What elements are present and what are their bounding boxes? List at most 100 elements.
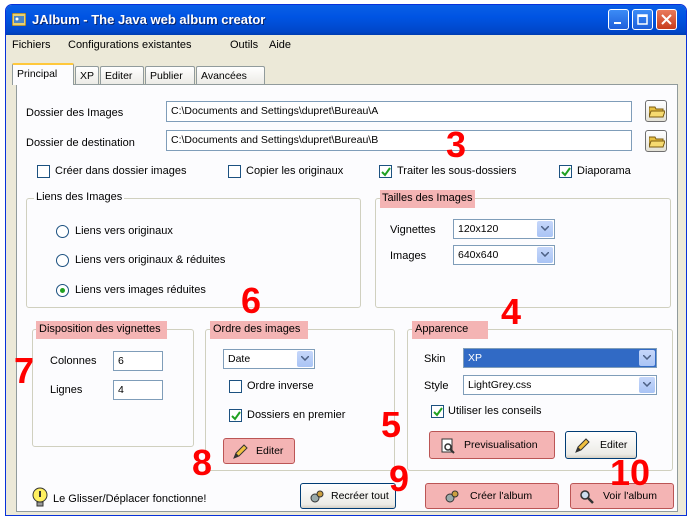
reverse-order-label: Ordre inverse bbox=[247, 380, 314, 392]
rows-label: Lignes bbox=[50, 384, 83, 396]
skin-value: XP bbox=[468, 352, 483, 364]
folders-first-label: Dossiers en premier bbox=[247, 409, 346, 421]
chevron-down-icon bbox=[297, 351, 313, 367]
close-icon bbox=[661, 14, 672, 25]
menu-bar: Fichiers Configurations existantes Outil… bbox=[6, 37, 686, 55]
menu-outils[interactable]: Outils bbox=[230, 39, 258, 51]
style-select[interactable]: LightGrey.css bbox=[463, 375, 657, 395]
skin-label: Skin bbox=[424, 353, 446, 365]
pencil-icon bbox=[233, 444, 248, 459]
create-in-images-checkbox[interactable] bbox=[37, 165, 50, 178]
main-panel: Dossier des Images C:\Documents and Sett… bbox=[16, 84, 678, 512]
style-value: LightGrey.css bbox=[468, 379, 532, 391]
tab-avancees[interactable]: Avancées bbox=[196, 66, 265, 84]
skin-select[interactable]: XP bbox=[463, 348, 657, 368]
check-icon bbox=[433, 407, 443, 417]
callout-8: 8 bbox=[192, 442, 213, 483]
chevron-down-icon bbox=[537, 247, 553, 263]
folder-icon bbox=[649, 106, 665, 118]
close-button[interactable] bbox=[656, 9, 677, 30]
hint-bulb-icon bbox=[32, 487, 48, 507]
rows-input[interactable]: 4 bbox=[113, 380, 163, 400]
browse-images-button[interactable] bbox=[645, 100, 667, 122]
slideshow-checkbox[interactable] bbox=[559, 165, 572, 178]
destination-folder-label: Dossier de destination bbox=[26, 137, 135, 149]
magnifier-icon bbox=[580, 490, 594, 504]
drag-drop-hint: Le Glisser/Déplacer fonctionne! bbox=[53, 493, 207, 505]
callout-5: 5 bbox=[381, 404, 402, 445]
preview-button[interactable]: Previsualisation bbox=[429, 431, 555, 459]
subfolders-label: Traiter les sous-dossiers bbox=[397, 165, 517, 177]
radio-links-originals-label: Liens vers originaux bbox=[75, 225, 173, 237]
destination-folder-input[interactable]: C:\Documents and Settings\dupret\Bureau\… bbox=[166, 130, 632, 151]
radio-links-originals-reduced-label: Liens vers originaux & réduites bbox=[75, 254, 226, 266]
folder-icon bbox=[649, 136, 665, 148]
browse-destination-button[interactable] bbox=[645, 130, 667, 152]
callout-6: 6 bbox=[241, 280, 262, 321]
callout-9: 9 bbox=[389, 458, 410, 499]
menu-fichiers[interactable]: Fichiers bbox=[12, 39, 51, 51]
minimize-icon bbox=[614, 22, 621, 24]
use-hints-checkbox[interactable] bbox=[431, 405, 444, 418]
thumbnails-size-select[interactable]: 120x120 bbox=[453, 219, 555, 239]
maximize-button[interactable] bbox=[632, 9, 653, 30]
copy-originals-label: Copier les originaux bbox=[246, 165, 344, 177]
thumbnails-size-value: 120x120 bbox=[458, 223, 499, 235]
callout-10: 10 bbox=[610, 452, 651, 493]
columns-input[interactable]: 6 bbox=[113, 351, 163, 371]
rebuild-all-button[interactable]: Recréer tout bbox=[300, 483, 396, 509]
order-edit-button[interactable]: Editer bbox=[223, 438, 295, 464]
check-icon bbox=[231, 411, 241, 421]
thumbnail-layout-legend: Disposition des vignettes bbox=[36, 321, 167, 339]
create-in-images-label: Créer dans dossier images bbox=[55, 165, 187, 177]
maximize-icon bbox=[637, 14, 648, 25]
columns-label: Colonnes bbox=[50, 355, 97, 367]
menu-configurations[interactable]: Configurations existantes bbox=[68, 39, 192, 51]
chevron-down-icon bbox=[639, 377, 655, 393]
images-size-label: Images bbox=[390, 250, 427, 262]
pencil-icon bbox=[575, 438, 590, 453]
radio-links-originals-reduced[interactable] bbox=[56, 254, 69, 267]
tab-editer[interactable]: Editer bbox=[100, 66, 144, 84]
gears-icon bbox=[310, 490, 324, 503]
app-window: JAlbum - The Java web album creator Fich… bbox=[5, 4, 687, 516]
check-icon bbox=[561, 167, 571, 177]
callout-3: 3 bbox=[446, 124, 467, 165]
create-album-label: Créer l'album bbox=[470, 490, 533, 502]
style-label: Style bbox=[424, 380, 449, 392]
chevron-down-icon bbox=[639, 350, 655, 366]
check-icon bbox=[381, 167, 391, 177]
subfolders-checkbox[interactable] bbox=[379, 165, 392, 178]
title-bar[interactable]: JAlbum - The Java web album creator bbox=[6, 5, 686, 35]
thumbnails-size-label: Vignettes bbox=[390, 224, 436, 236]
image-order-legend: Ordre des images bbox=[210, 321, 309, 339]
menu-aide[interactable]: Aide bbox=[269, 39, 291, 51]
image-links-legend: Liens des Images bbox=[34, 191, 125, 203]
images-size-value: 640x640 bbox=[458, 249, 499, 261]
radio-links-originals[interactable] bbox=[56, 225, 69, 238]
images-folder-input[interactable]: C:\Documents and Settings\dupret\Bureau\… bbox=[166, 101, 632, 122]
magnifier-page-icon bbox=[441, 438, 455, 454]
images-folder-label: Dossier des Images bbox=[26, 107, 124, 119]
chevron-down-icon bbox=[537, 221, 553, 237]
tab-xp[interactable]: XP bbox=[75, 66, 99, 84]
sort-order-select[interactable]: Date bbox=[223, 349, 315, 369]
images-size-select[interactable]: 640x640 bbox=[453, 245, 555, 265]
appearance-edit-label: Editer bbox=[600, 439, 628, 451]
reverse-order-checkbox[interactable] bbox=[229, 380, 242, 393]
gears-icon bbox=[445, 490, 459, 503]
folders-first-checkbox[interactable] bbox=[229, 409, 242, 422]
radio-links-reduced-label: Liens vers images réduites bbox=[75, 284, 206, 296]
tab-publier[interactable]: Publier bbox=[145, 66, 195, 84]
tab-principal[interactable]: Principal bbox=[12, 63, 74, 85]
copy-originals-checkbox[interactable] bbox=[228, 165, 241, 178]
minimize-button[interactable] bbox=[608, 9, 629, 30]
use-hints-label: Utiliser les conseils bbox=[448, 405, 542, 417]
app-logo-icon bbox=[12, 13, 26, 26]
order-edit-label: Editer bbox=[256, 445, 284, 457]
window-title: JAlbum - The Java web album creator bbox=[32, 12, 266, 27]
slideshow-label: Diaporama bbox=[577, 165, 631, 177]
callout-4: 4 bbox=[501, 291, 522, 332]
radio-links-reduced[interactable] bbox=[56, 284, 69, 297]
create-album-button[interactable]: Créer l'album bbox=[425, 483, 559, 509]
